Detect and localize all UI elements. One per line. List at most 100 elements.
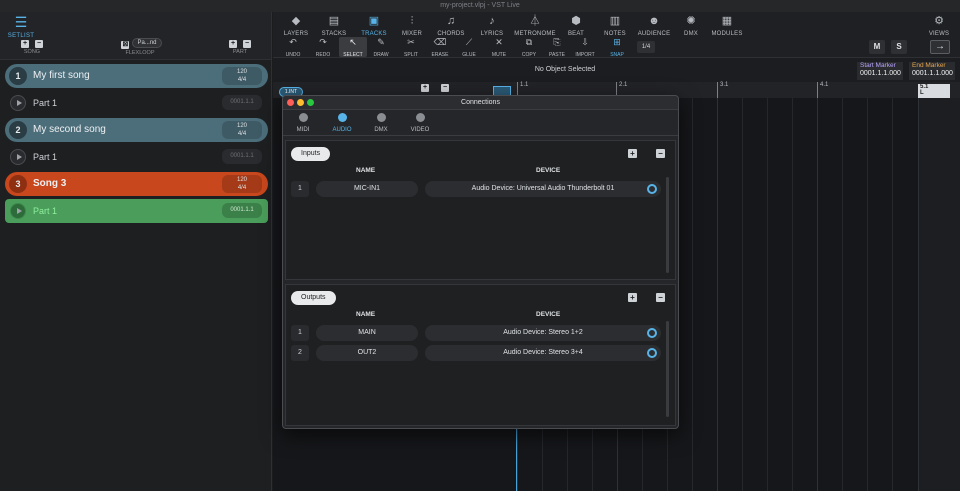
solo-button[interactable]: S (891, 40, 907, 54)
flexloop-select[interactable]: Pa...nd (132, 38, 162, 48)
connect-icon[interactable] (647, 328, 657, 338)
flexloop-icon[interactable]: ⊠ (121, 40, 130, 49)
pencil-icon: ✎ (377, 37, 385, 47)
connect-icon[interactable] (647, 348, 657, 358)
inputs-section: Inputs + − NAME DEVICE 1 MIC-IN1 Audio D… (285, 140, 676, 280)
add-part-button[interactable]: + (229, 40, 237, 48)
tab-audio[interactable]: AUDIO (327, 113, 357, 133)
nav-mixer[interactable]: ⫶ MIXER (399, 15, 425, 37)
outputs-scrollbar[interactable] (666, 321, 669, 417)
redo-button[interactable]: ↷ REDO (309, 37, 337, 58)
play-icon[interactable] (10, 95, 26, 111)
song-item[interactable]: 1 My first song 120 4/4 (5, 64, 268, 88)
outputs-button[interactable]: Outputs (291, 291, 336, 305)
column-device: DEVICE (536, 167, 561, 174)
connection-name[interactable]: OUT2 (316, 345, 418, 361)
add-track-button[interactable]: + (421, 84, 429, 92)
mute-button[interactable]: M (869, 40, 885, 54)
start-marker[interactable]: Start Marker 0001.1.1.000 (857, 62, 903, 80)
device-select[interactable]: Audio Device: Stereo 1+2 (425, 325, 661, 341)
split-tool[interactable]: ✂ SPLIT (397, 37, 425, 58)
device-select[interactable]: Audio Device: Stereo 3+4 (425, 345, 661, 361)
nav-stacks[interactable]: ▤ STACKS (319, 15, 349, 37)
draw-tool[interactable]: ✎ DRAW (367, 37, 395, 58)
play-icon[interactable] (10, 149, 26, 165)
arrow-right-icon[interactable]: → (930, 40, 950, 54)
close-icon[interactable] (287, 99, 294, 106)
part-controls: + − PART (229, 40, 251, 55)
remove-part-button[interactable]: − (243, 40, 251, 48)
tab-midi[interactable]: MIDI (288, 113, 318, 133)
minimize-icon[interactable] (297, 99, 304, 106)
song-item[interactable]: 2 My second song 120 4/4 (5, 118, 268, 142)
part-item[interactable]: Part 1 0001.1.1 (5, 145, 268, 169)
outputs-section: Outputs + − NAME DEVICE 1 MAIN Audio Dev… (285, 284, 676, 426)
mixer-icon: ⫶ (410, 15, 414, 27)
snap-button[interactable]: ⊞ SNAP (603, 37, 631, 58)
remove-input-button[interactable]: − (656, 149, 665, 158)
top-navigation: ◆ LAYERS ▤ STACKS ▣ TRACKS ⫶ MIXER ♫ CHORDS ♪… (273, 12, 960, 37)
nav-dmx[interactable]: ✺ DMX (679, 15, 703, 37)
mute-icon: ✕ (495, 37, 503, 47)
nav-layers[interactable]: ◆ LAYERS (283, 15, 309, 37)
nav-chords[interactable]: ♫ CHORDS (435, 15, 467, 37)
dmx-icon: ✺ (686, 15, 696, 27)
remove-track-button[interactable]: − (441, 84, 449, 92)
undo-icon: ↶ (289, 37, 297, 47)
column-name: NAME (356, 167, 376, 174)
erase-tool[interactable]: ⌫ ERASE (426, 37, 454, 58)
views-button[interactable]: ⚙ VIEWS (925, 15, 953, 37)
play-icon[interactable] (10, 203, 26, 219)
playhead[interactable] (516, 428, 517, 491)
nav-audience[interactable]: ☻ AUDIENCE (635, 15, 673, 37)
dmx-icon (376, 113, 386, 122)
connection-name[interactable]: MAIN (316, 325, 418, 341)
connect-icon[interactable] (647, 184, 657, 194)
input-row[interactable]: 1 MIC-IN1 Audio Device: Universal Audio … (291, 181, 663, 197)
setlist-button[interactable]: ☰ SETLIST (6, 15, 36, 39)
inputs-button[interactable]: Inputs (291, 147, 331, 161)
part-item-active[interactable]: Part 1 0001.1.1 (5, 199, 268, 223)
add-input-button[interactable]: + (628, 149, 637, 158)
zoom-icon[interactable] (307, 99, 314, 106)
mute-tool[interactable]: ✕ MUTE (485, 37, 513, 58)
tab-video[interactable]: VIDEO (405, 113, 435, 133)
song-list: 1 My first song 120 4/4 Part 1 0001.1.1 2… (5, 64, 268, 226)
add-output-button[interactable]: + (628, 293, 637, 302)
dialog-title-bar: Connections (283, 96, 678, 110)
glue-tool[interactable]: ⟋ GLUE (455, 37, 483, 58)
snap-icon: ⊞ (613, 37, 621, 47)
add-song-button[interactable]: + (21, 40, 29, 48)
song-item-active[interactable]: 3 Song 3 120 4/4 (5, 172, 268, 196)
eraser-icon: ⌫ (433, 37, 447, 47)
nav-notes[interactable]: ▥ NOTES (601, 15, 629, 37)
end-marker[interactable]: End Marker 0001.1.1.000 (909, 62, 955, 80)
remove-song-button[interactable]: − (35, 40, 43, 48)
nav-modules[interactable]: ▦ MODULES (709, 15, 745, 37)
device-select[interactable]: Audio Device: Universal Audio Thunderbol… (425, 181, 661, 197)
undo-button[interactable]: ↶ UNDO (279, 37, 307, 58)
flexloop-controls: ⊠ Pa...nd FLEXLOOP (112, 38, 168, 56)
select-tool[interactable]: ↖ SELECT (339, 37, 367, 58)
connection-name[interactable]: MIC-IN1 (316, 181, 418, 197)
inputs-scrollbar[interactable] (666, 177, 669, 273)
part-item[interactable]: Part 1 0001.1.1 (5, 91, 268, 115)
output-row[interactable]: 1 MAIN Audio Device: Stereo 1+2 (291, 325, 663, 341)
nav-tracks[interactable]: ▣ TRACKS (359, 15, 389, 37)
tab-dmx[interactable]: DMX (366, 113, 396, 133)
layers-icon: ◆ (291, 15, 301, 27)
copy-button[interactable]: ⧉ COPY (515, 37, 543, 58)
column-name: NAME (356, 311, 376, 318)
nav-lyrics[interactable]: ♪ LYRICS (477, 15, 507, 37)
snap-value[interactable]: 1/4 (637, 41, 655, 53)
remove-output-button[interactable]: − (656, 293, 665, 302)
output-row[interactable]: 2 OUT2 Audio Device: Stereo 3+4 (291, 345, 663, 361)
lyrics-icon: ♪ (489, 15, 495, 27)
selection-status: No Object Selected (534, 66, 596, 73)
paste-button[interactable]: ⎘ PASTE (543, 37, 571, 58)
audience-icon: ☻ (648, 15, 660, 27)
import-button[interactable]: ⇩ IMPORT (571, 37, 599, 58)
nav-metronome[interactable]: ⏃ METRONOME (513, 15, 557, 37)
gear-icon: ⚙ (934, 15, 944, 27)
nav-beat[interactable]: ⬢ BEAT (563, 15, 589, 37)
